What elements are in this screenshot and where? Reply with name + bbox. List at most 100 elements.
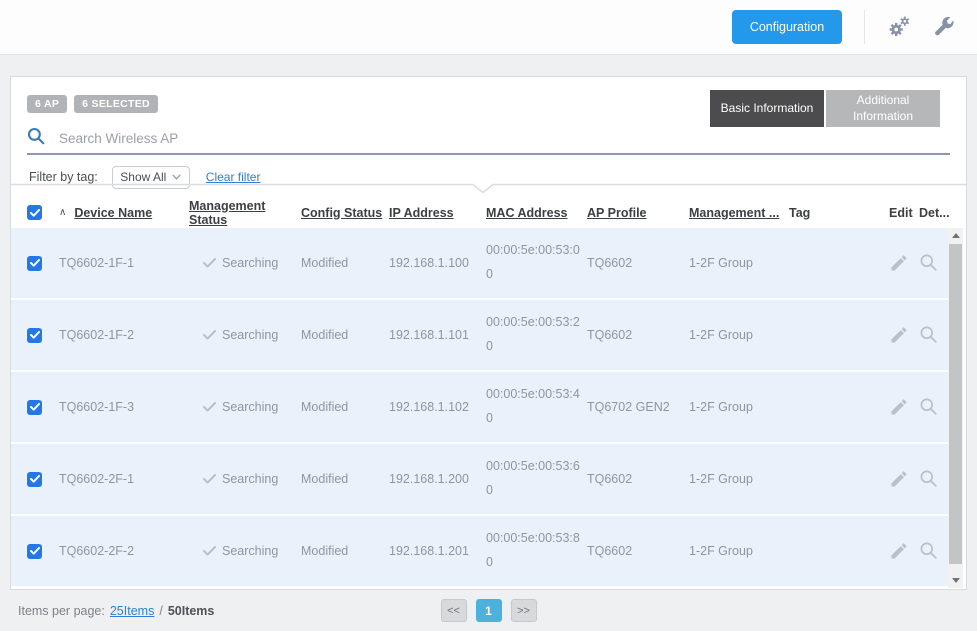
- vertical-scrollbar[interactable]: [948, 228, 963, 588]
- device-name: TQ6602-1F-1: [59, 256, 189, 270]
- clear-filter-link[interactable]: Clear filter: [206, 170, 261, 184]
- details-magnifier-icon[interactable]: [919, 469, 939, 489]
- edit-pencil-icon[interactable]: [889, 469, 909, 489]
- edit-pencil-icon[interactable]: [889, 541, 909, 561]
- device-name: TQ6602-1F-3: [59, 400, 189, 414]
- status-check-icon: [203, 546, 216, 556]
- ap-profile: TQ6602: [587, 256, 689, 270]
- edit-pencil-icon[interactable]: [889, 253, 909, 273]
- selected-count-badge: 6 SELECTED: [74, 95, 158, 113]
- management-status: Searching: [222, 400, 278, 414]
- search-bar: [27, 125, 950, 151]
- details-magnifier-icon[interactable]: [919, 253, 939, 273]
- filter-by-tag-label: Filter by tag:: [29, 170, 98, 184]
- settings-gears-icon[interactable]: [887, 15, 911, 39]
- management-status: Searching: [222, 544, 278, 558]
- row-checkbox[interactable]: [27, 328, 42, 343]
- details-magnifier-icon[interactable]: [919, 397, 939, 417]
- scrollbar-thumb[interactable]: [949, 244, 962, 564]
- config-status: Modified: [301, 256, 389, 270]
- column-header-management-status[interactable]: Management Status: [189, 199, 301, 227]
- device-name: TQ6602-1F-2: [59, 328, 189, 342]
- table-header: ∧ Device Name Management Status Config S…: [11, 197, 966, 228]
- additional-information-tab[interactable]: Additional Information: [826, 90, 940, 127]
- row-checkbox[interactable]: [27, 400, 42, 415]
- mac-address: 00:00:5e:00:53:00: [486, 239, 582, 287]
- management-group: 1-2F Group: [689, 256, 789, 270]
- scroll-down-arrow[interactable]: [948, 573, 963, 588]
- mac-address: 00:00:5e:00:53:80: [486, 527, 582, 575]
- status-check-icon: [203, 330, 216, 340]
- chevron-down-icon: [172, 174, 181, 180]
- management-group: 1-2F Group: [689, 472, 789, 486]
- column-header-mac-address[interactable]: MAC Address: [486, 206, 587, 220]
- config-status: Modified: [301, 400, 389, 414]
- ip-address: 192.168.1.101: [389, 328, 486, 342]
- row-checkbox[interactable]: [27, 472, 42, 487]
- wireless-ap-panel: 6 AP 6 SELECTED Basic Information Additi…: [10, 76, 967, 590]
- device-name: TQ6602-2F-2: [59, 544, 189, 558]
- configuration-button[interactable]: Configuration: [732, 10, 842, 44]
- edit-pencil-icon[interactable]: [889, 397, 909, 417]
- badge-group: 6 AP 6 SELECTED: [27, 95, 158, 113]
- status-check-icon: [203, 474, 216, 484]
- management-group: 1-2F Group: [689, 400, 789, 414]
- ap-profile: TQ6602: [587, 544, 689, 558]
- status-check-icon: [203, 258, 216, 268]
- collapse-notch-divider[interactable]: [11, 183, 966, 195]
- config-status: Modified: [301, 544, 389, 558]
- previous-page-button[interactable]: <<: [441, 599, 467, 622]
- table-row[interactable]: TQ6602-1F-3 Searching Modified 192.168.1…: [11, 372, 948, 442]
- details-magnifier-icon[interactable]: [919, 541, 939, 561]
- next-page-button[interactable]: >>: [511, 599, 537, 622]
- row-checkbox[interactable]: [27, 544, 42, 559]
- search-icon: [27, 127, 45, 150]
- basic-information-tab[interactable]: Basic Information: [710, 90, 824, 127]
- edit-pencil-icon[interactable]: [889, 325, 909, 345]
- current-page-button[interactable]: 1: [476, 599, 502, 622]
- management-status: Searching: [222, 472, 278, 486]
- column-header-ip-address[interactable]: IP Address: [389, 206, 486, 220]
- column-header-management-group[interactable]: Management ...: [689, 206, 789, 220]
- management-group: 1-2F Group: [689, 328, 789, 342]
- table-row[interactable]: TQ6602-1F-2 Searching Modified 192.168.1…: [11, 300, 948, 370]
- search-underline: [27, 153, 950, 155]
- info-view-toggle: Basic Information Additional Information: [710, 90, 940, 127]
- ip-address: 192.168.1.100: [389, 256, 486, 270]
- footer: Items per page: 25Items / 50Items << 1 >…: [0, 590, 977, 631]
- select-all-checkbox[interactable]: [27, 205, 42, 220]
- management-status: Searching: [222, 328, 278, 342]
- column-header-tag: Tag: [789, 206, 889, 220]
- config-status: Modified: [301, 472, 389, 486]
- top-bar: Configuration: [0, 0, 977, 55]
- ap-profile: TQ6702 GEN2: [587, 400, 689, 414]
- ip-address: 192.168.1.200: [389, 472, 486, 486]
- management-status: Searching: [222, 256, 278, 270]
- tag-filter-value: Show All: [120, 170, 166, 184]
- mac-address: 00:00:5e:00:53:20: [486, 311, 582, 359]
- column-header-ap-profile[interactable]: AP Profile: [587, 206, 689, 220]
- ap-profile: TQ6602: [587, 472, 689, 486]
- table-row[interactable]: TQ6602-2F-1 Searching Modified 192.168.1…: [11, 444, 948, 514]
- details-magnifier-icon[interactable]: [919, 325, 939, 345]
- status-check-icon: [203, 402, 216, 412]
- ap-count-badge: 6 AP: [27, 95, 67, 113]
- management-group: 1-2F Group: [689, 544, 789, 558]
- sort-ascending-icon[interactable]: ∧: [59, 207, 66, 218]
- device-name: TQ6602-2F-1: [59, 472, 189, 486]
- ip-address: 192.168.1.102: [389, 400, 486, 414]
- table-row[interactable]: TQ6602-1F-1 Searching Modified 192.168.1…: [11, 228, 948, 298]
- topbar-divider: [864, 10, 865, 44]
- wrench-icon[interactable]: [931, 15, 955, 39]
- scroll-up-arrow[interactable]: [948, 228, 963, 243]
- column-header-device-name[interactable]: Device Name: [74, 206, 152, 220]
- table-body: TQ6602-1F-1 Searching Modified 192.168.1…: [11, 228, 948, 588]
- table-row[interactable]: TQ6602-2F-2 Searching Modified 192.168.1…: [11, 516, 948, 586]
- mac-address: 00:00:5e:00:53:40: [486, 383, 582, 431]
- ap-profile: TQ6602: [587, 328, 689, 342]
- search-input[interactable]: [59, 131, 950, 146]
- column-header-details: Det...: [919, 206, 948, 220]
- row-checkbox[interactable]: [27, 256, 42, 271]
- column-header-config-status[interactable]: Config Status: [301, 206, 389, 220]
- pagination: << 1 >>: [0, 599, 977, 622]
